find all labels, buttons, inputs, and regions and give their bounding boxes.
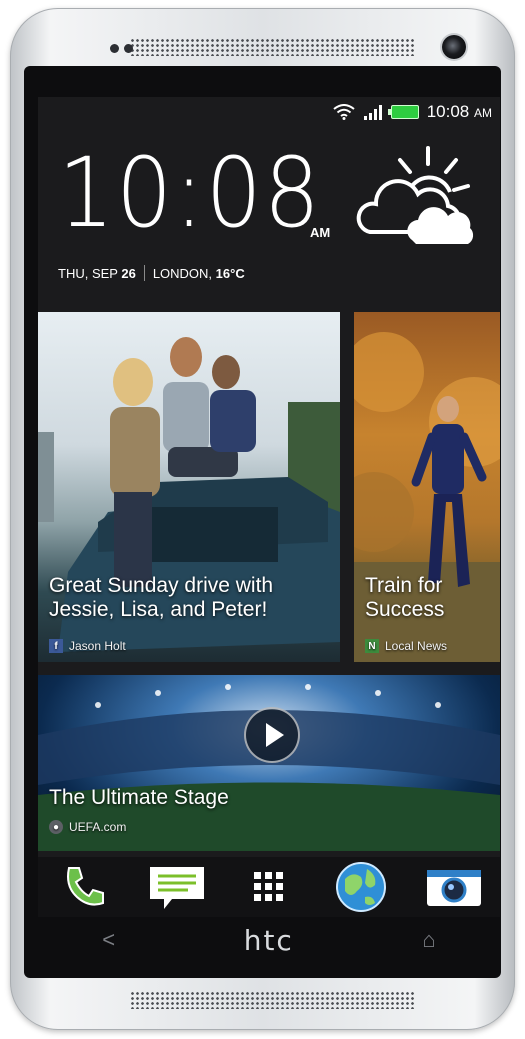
uefa-icon: ● bbox=[49, 820, 63, 834]
bottom-speaker-grille bbox=[130, 991, 415, 1009]
front-camera bbox=[442, 35, 466, 59]
clock-weather-widget[interactable]: 10:08 AM THU, SEP 26 LONDON, 16°C bbox=[38, 127, 500, 310]
facebook-icon: f bbox=[49, 639, 63, 653]
globe-icon[interactable] bbox=[332, 861, 390, 913]
home-screen: 10:08 AM 10:08 AM THU, SEP 26 LONDON, 16… bbox=[38, 97, 500, 917]
home-button[interactable]: ⌂ bbox=[422, 927, 435, 953]
play-button[interactable] bbox=[244, 707, 300, 763]
hardware-nav-bar: < htc ⌂ bbox=[38, 917, 500, 963]
feed-source: ● UEFA.com bbox=[49, 820, 126, 834]
battery-icon bbox=[387, 105, 419, 119]
app-grid-icon[interactable] bbox=[240, 861, 298, 913]
news-icon: N bbox=[365, 639, 379, 653]
feed-source-name: UEFA.com bbox=[69, 820, 127, 834]
signal-icon bbox=[363, 104, 382, 120]
feed-tile-social[interactable]: Great Sunday drive with Jessie, Lisa, an… bbox=[38, 312, 340, 662]
top-speaker-grille bbox=[130, 38, 415, 56]
date-location-line: THU, SEP 26 LONDON, 16°C bbox=[58, 265, 245, 281]
light-sensor bbox=[124, 44, 133, 53]
phone-icon[interactable] bbox=[55, 861, 113, 913]
camera-icon[interactable] bbox=[425, 861, 483, 913]
status-time: 10:08 AM bbox=[426, 102, 492, 121]
app-dock bbox=[38, 857, 500, 917]
messages-icon[interactable] bbox=[148, 861, 206, 913]
clock-time: 10:08 bbox=[58, 137, 322, 249]
clock-ampm: AM bbox=[310, 225, 331, 240]
feed-source-name: Jason Holt bbox=[69, 639, 126, 653]
status-bar: 10:08 AM bbox=[333, 97, 492, 127]
feed-tile-video[interactable]: The Ultimate Stage ● UEFA.com bbox=[38, 675, 500, 851]
clock-date: THU, SEP 26 bbox=[58, 265, 136, 281]
back-button[interactable]: < bbox=[102, 927, 115, 953]
feed-source: N Local News bbox=[365, 639, 447, 653]
wifi-icon bbox=[333, 104, 355, 120]
proximity-sensor bbox=[110, 44, 119, 53]
feed-source-name: Local News bbox=[385, 639, 448, 653]
feed-caption: Train for Success bbox=[365, 574, 445, 621]
feed-tile-news[interactable]: Train for Success N Local News bbox=[354, 312, 500, 662]
feed-source: f Jason Holt bbox=[49, 639, 126, 653]
partly-cloudy-icon bbox=[356, 146, 474, 244]
htc-logo: htc bbox=[243, 923, 294, 957]
feed-caption: Great Sunday drive with Jessie, Lisa, an… bbox=[49, 574, 274, 621]
clock-location: LONDON, 16°C bbox=[152, 265, 245, 281]
feed-caption: The Ultimate Stage bbox=[49, 786, 229, 809]
date-separator bbox=[143, 265, 145, 281]
